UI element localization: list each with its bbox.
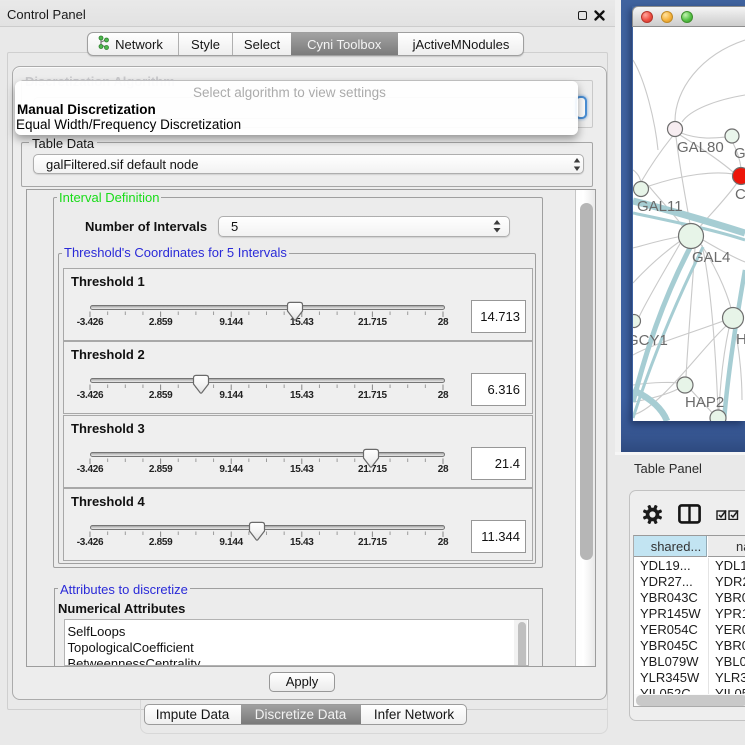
svg-text:GAL11: GAL11 (637, 198, 683, 215)
svg-text:HA: HA (736, 331, 745, 348)
svg-text:GAL2: GAL2 (734, 145, 745, 162)
svg-text:GAL4: GAL4 (692, 249, 730, 266)
svg-text:HAP2: HAP2 (685, 394, 724, 411)
svg-text:CRP: CRP (735, 186, 745, 203)
svg-text:GCY1: GCY1 (633, 332, 668, 349)
svg-text:GAL80: GAL80 (677, 139, 724, 156)
